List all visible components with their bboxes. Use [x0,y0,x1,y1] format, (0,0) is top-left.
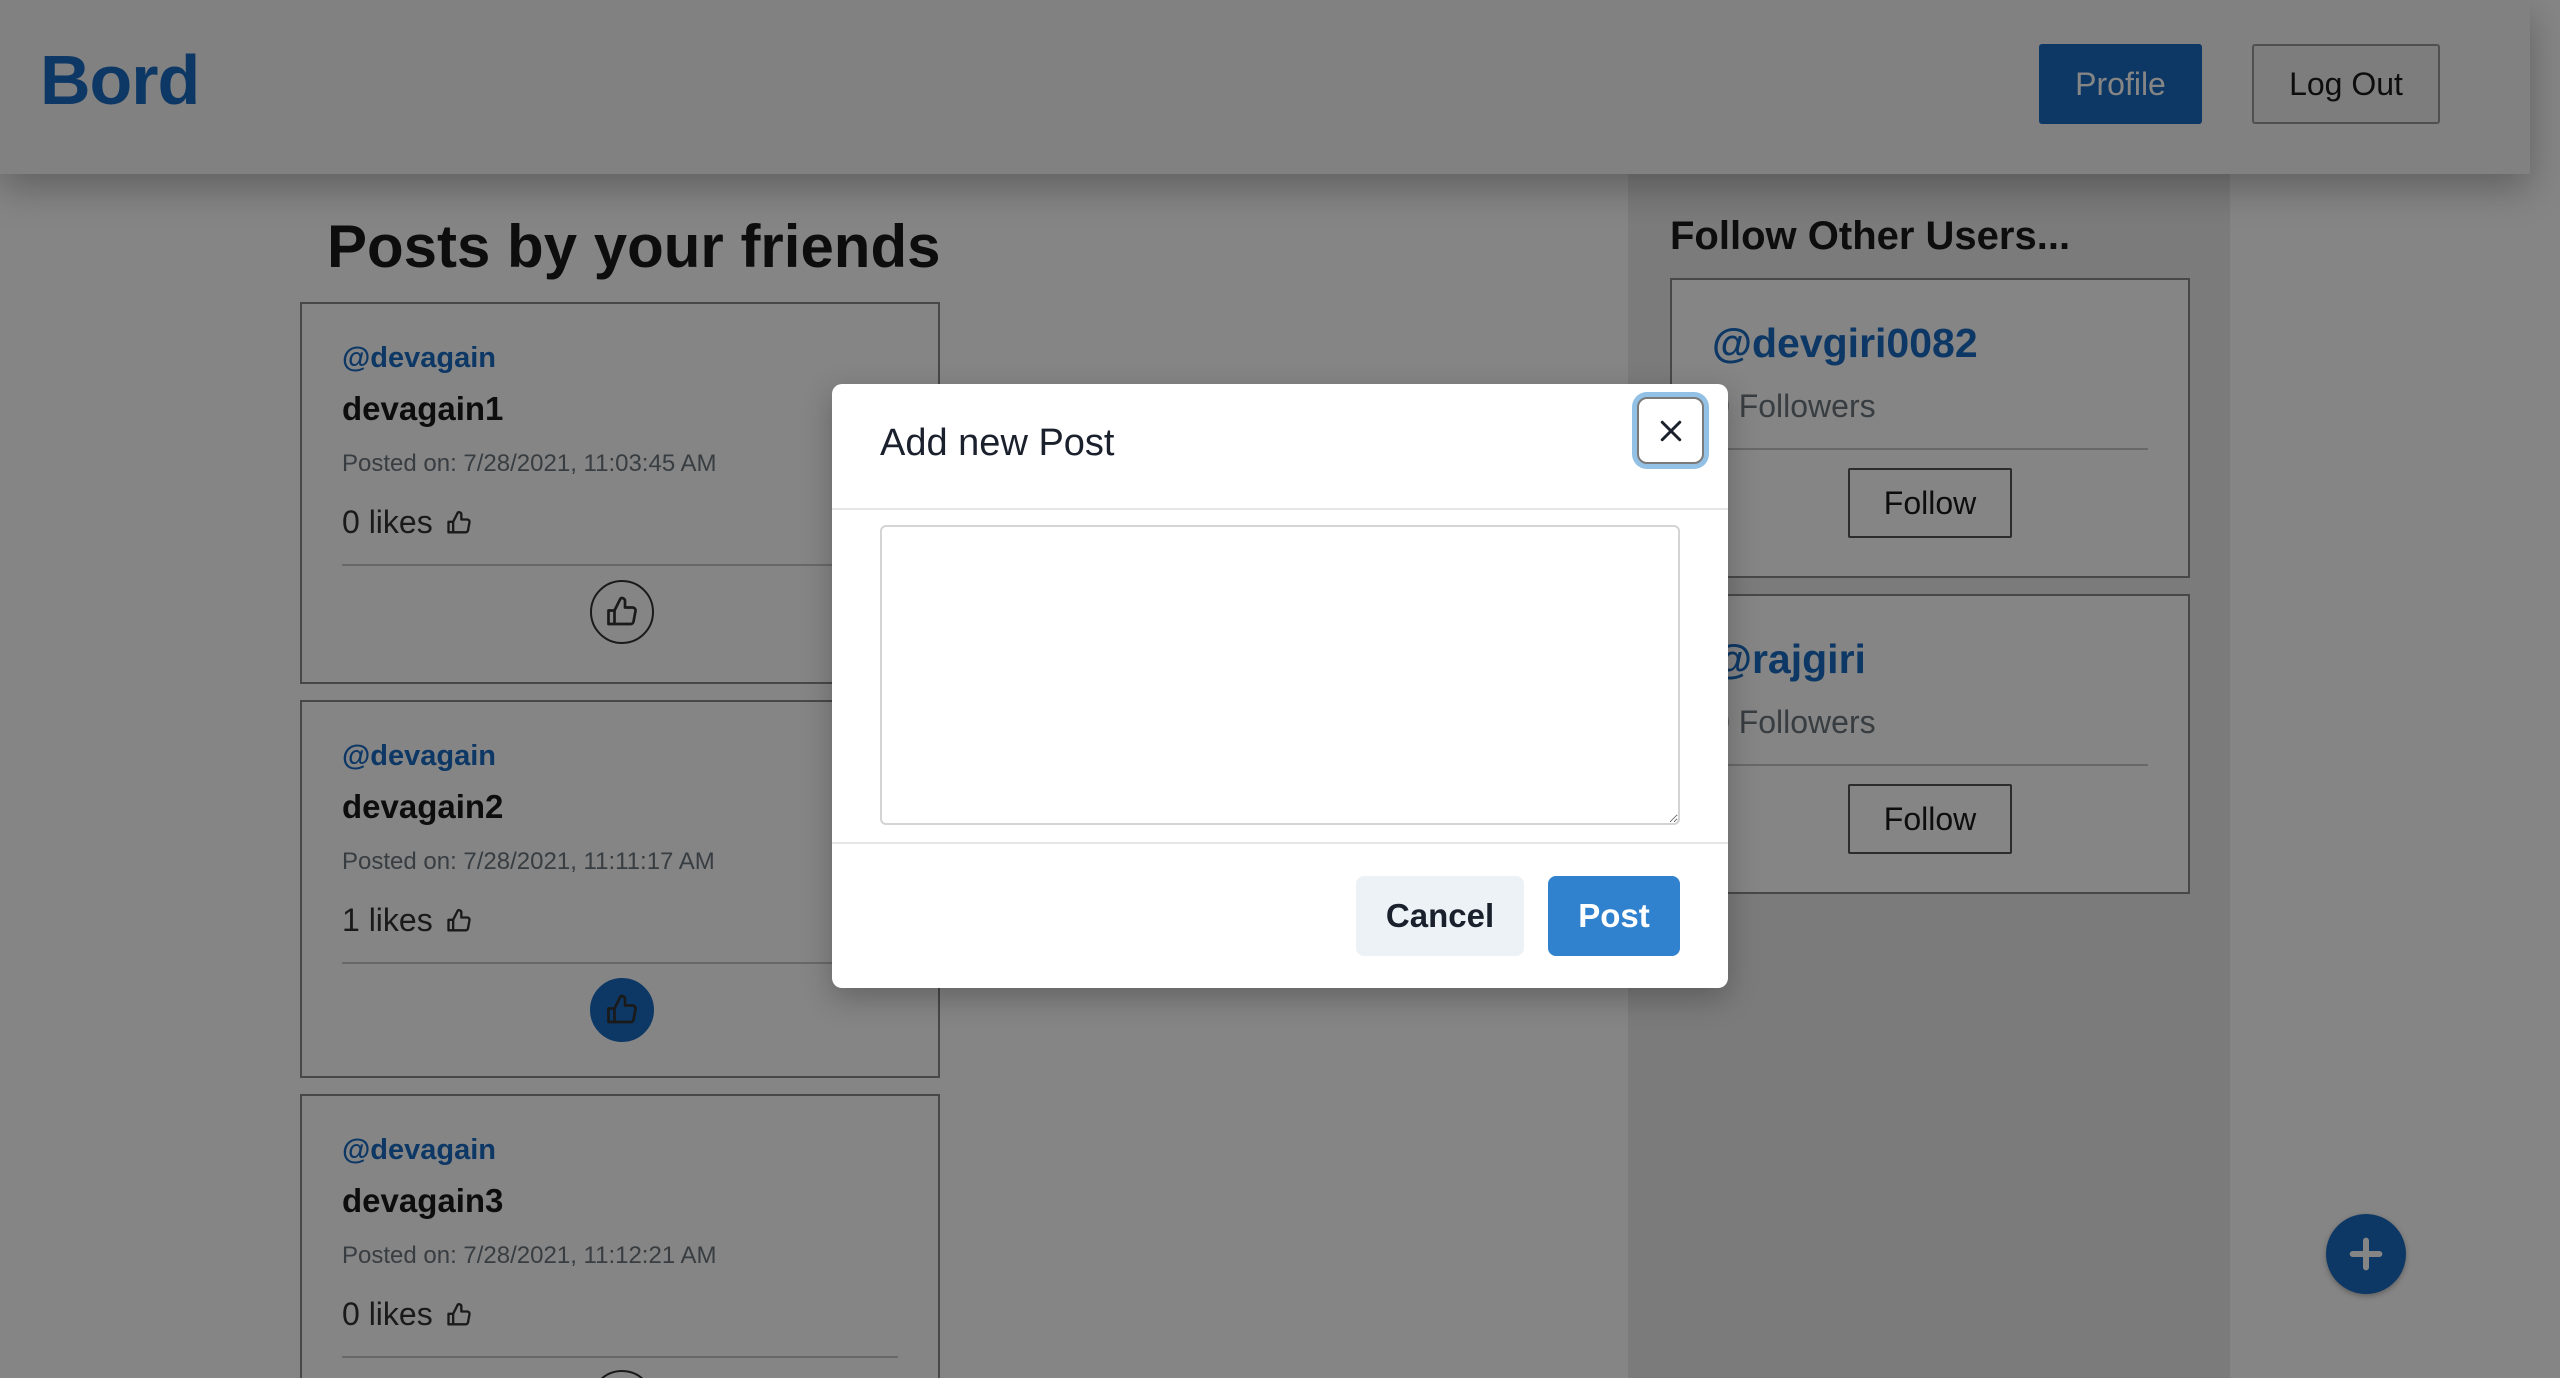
modal-title: Add new Post [880,422,1115,464]
post-button[interactable]: Post [1548,876,1680,956]
post-textarea[interactable] [880,525,1680,825]
close-icon [1660,420,1681,441]
modal-close-button[interactable] [1637,397,1704,464]
cancel-button[interactable]: Cancel [1356,876,1524,956]
add-post-modal: Add new Post Cancel Post [832,384,1728,988]
modal-header-divider [832,508,1728,510]
modal-footer-divider [832,842,1728,844]
